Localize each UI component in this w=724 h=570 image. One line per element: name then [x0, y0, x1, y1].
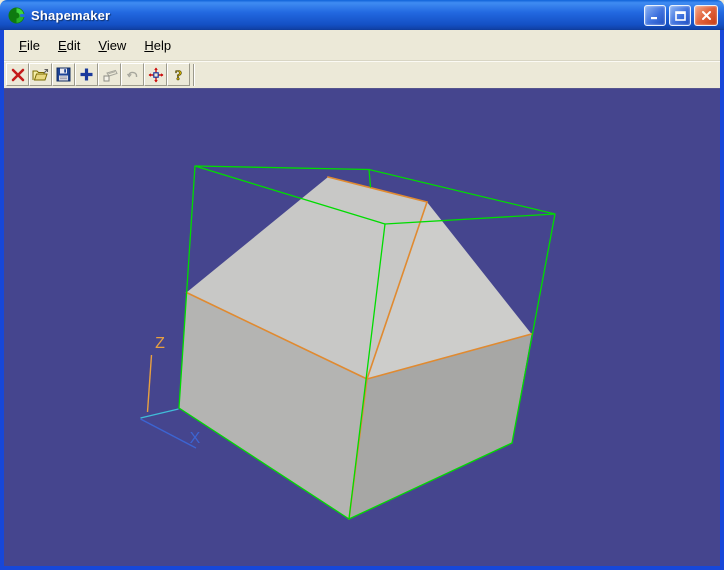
open-folder-icon: [32, 67, 49, 83]
minimize-button[interactable]: [644, 5, 666, 26]
toolbar: ?: [4, 60, 720, 88]
menu-file[interactable]: File: [10, 35, 49, 56]
maximize-button[interactable]: [669, 5, 691, 26]
save-button[interactable]: [52, 63, 75, 86]
minimize-icon: [650, 11, 660, 20]
menu-edit[interactable]: Edit: [49, 35, 89, 56]
undo-button[interactable]: [121, 63, 144, 86]
viewport-3d: Z X: [4, 88, 720, 566]
scene-canvas[interactable]: Z X: [4, 89, 720, 566]
cascade-button[interactable]: [98, 63, 121, 86]
floppy-disk-icon: [56, 67, 71, 82]
x-axis-label: X: [190, 430, 201, 447]
window-title: Shapemaker: [31, 8, 110, 23]
help-button[interactable]: ?: [167, 63, 190, 86]
open-button[interactable]: [29, 63, 52, 86]
z-axis-label: Z: [155, 335, 165, 352]
close-icon: [701, 10, 712, 21]
add-shape-button[interactable]: [75, 63, 98, 86]
delete-button[interactable]: [6, 63, 29, 86]
svg-text:?: ?: [175, 68, 183, 83]
question-mark-icon: ?: [171, 67, 186, 83]
menubar: File Edit View Help: [4, 30, 720, 60]
toolbar-separator: [193, 64, 195, 86]
app-icon: [8, 7, 25, 24]
app-window: Shapemaker File Edit: [0, 0, 724, 570]
move-arrows-icon: [148, 67, 164, 83]
undo-arrow-icon: [125, 67, 141, 83]
window-frame: File Edit View Help: [0, 30, 724, 570]
titlebar[interactable]: Shapemaker: [0, 0, 724, 30]
move-button[interactable]: [144, 63, 167, 86]
cascade-window-icon: [102, 67, 118, 83]
menu-help[interactable]: Help: [135, 35, 180, 56]
blue-plus-icon: [79, 67, 94, 82]
maximize-icon: [675, 11, 686, 21]
red-x-icon: [10, 67, 26, 83]
close-button[interactable]: [694, 5, 718, 26]
menu-view[interactable]: View: [89, 35, 135, 56]
